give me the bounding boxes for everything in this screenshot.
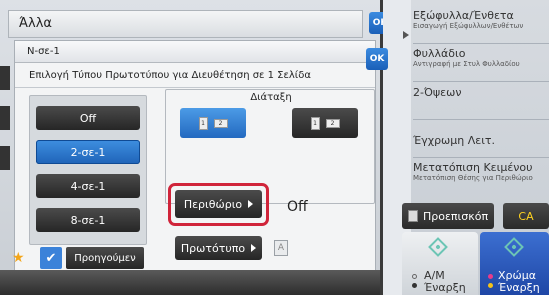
border-label: Περιθώριο bbox=[183, 197, 243, 211]
layout-option-2[interactable]: 1 2 bbox=[292, 108, 358, 138]
preview-label: Προεπισκόπ bbox=[423, 209, 489, 223]
sidebar-item-duplex[interactable]: 2-Όψεων bbox=[413, 82, 549, 120]
preview-icon bbox=[408, 210, 418, 222]
start-icon bbox=[504, 237, 524, 257]
color-start-button[interactable]: Χρώμα Έναρξη bbox=[480, 232, 549, 295]
page-spread-icon: 2 bbox=[213, 118, 228, 128]
sidebar-item-title: Έγχρωμη Λειτ. bbox=[413, 134, 496, 147]
original-button[interactable]: Πρωτότυπο bbox=[175, 236, 262, 260]
dialog-subtitle: Επιλογή Τύπου Πρωτοτύπου για Διευθέτηση … bbox=[29, 70, 311, 81]
background-title: Άλλα bbox=[8, 10, 363, 38]
sidebar-item-title: 2-Όψεων bbox=[413, 86, 462, 99]
arrow-right-icon bbox=[248, 200, 254, 208]
sidebar-item-subtitle: Μετατόπιση Θέσης για Περιθώριο bbox=[413, 174, 533, 182]
nup-options-group: Off 2-σε-1 4-σε-1 8-σε-1 bbox=[29, 95, 147, 245]
border-button[interactable]: Περιθώριο bbox=[175, 190, 262, 218]
layout-option-1[interactable]: 1 2 bbox=[180, 108, 246, 138]
indicator-dot bbox=[412, 274, 417, 279]
star-icon[interactable]: ★ bbox=[12, 250, 25, 266]
sidebar-item-subtitle: Εισαγωγή Εξώφυλλων/Ενθέτων bbox=[413, 22, 524, 30]
color-start-label: Χρώμα Έναρξη bbox=[498, 269, 540, 294]
bottom-bar bbox=[0, 270, 380, 295]
dialog-title: Ν-σε-1 bbox=[15, 41, 375, 63]
indicator-dot bbox=[488, 283, 493, 288]
check-icon[interactable]: ✔ bbox=[40, 247, 62, 269]
sidebar-item-title: Εξώφυλλα/Ένθετα bbox=[413, 9, 514, 22]
layout-label: Διάταξη bbox=[250, 92, 292, 103]
nup-option-8in1[interactable]: 8-σε-1 bbox=[36, 208, 140, 232]
sidebar-item-color-mode[interactable]: Έγχρωμη Λειτ. bbox=[413, 120, 549, 158]
divider bbox=[15, 87, 375, 88]
background-tab[interactable] bbox=[0, 66, 10, 90]
sidebar-item-covers[interactable]: Εξώφυλλα/Ένθετα Εισαγωγή Εξώφυλλων/Ενθέτ… bbox=[413, 6, 549, 44]
nup-option-2in1[interactable]: 2-σε-1 bbox=[36, 140, 140, 164]
bw-start-button[interactable]: Α/Μ Έναρξη bbox=[402, 232, 478, 295]
original-label: Πρωτότυπο bbox=[180, 241, 246, 255]
arrow-right-icon bbox=[251, 244, 257, 252]
nup-option-off[interactable]: Off bbox=[36, 106, 140, 130]
indicator-dot bbox=[488, 274, 493, 279]
previous-button[interactable]: Προηγούμεν bbox=[66, 247, 144, 269]
original-icon: A bbox=[274, 240, 288, 256]
start-icon bbox=[428, 237, 448, 257]
sidebar-item-title: Φυλλάδιο bbox=[413, 47, 466, 60]
bw-start-label: Α/Μ Έναρξη bbox=[424, 269, 466, 294]
sidebar-item-margin-shift[interactable]: Μετατόπιση Κειμένου Μετατόπιση Θέσης για… bbox=[413, 158, 549, 196]
sidebar-item-title: Μετατόπιση Κειμένου bbox=[413, 161, 533, 174]
indicator-dot bbox=[412, 283, 417, 288]
background-tab[interactable] bbox=[0, 146, 10, 170]
background-tab[interactable] bbox=[0, 106, 10, 130]
sidebar-item-booklet[interactable]: Φυλλάδιο Αντιγραφή με Στυλ Φυλλαδίου bbox=[413, 44, 549, 82]
preview-button[interactable]: Προεπισκόπ bbox=[402, 203, 494, 229]
page-icon: 1 bbox=[310, 116, 320, 130]
expand-arrow-icon[interactable] bbox=[403, 31, 409, 39]
page-icon: 1 bbox=[198, 116, 208, 130]
page-spread-icon: 2 bbox=[325, 118, 340, 128]
dialog-ok-button[interactable]: OK bbox=[366, 48, 388, 70]
nup-option-4in1[interactable]: 4-σε-1 bbox=[36, 174, 140, 198]
sidebar-item-subtitle: Αντιγραφή με Στυλ Φυλλαδίου bbox=[413, 60, 520, 68]
clear-all-button[interactable]: CA bbox=[503, 203, 549, 229]
border-value: Off bbox=[287, 199, 308, 215]
